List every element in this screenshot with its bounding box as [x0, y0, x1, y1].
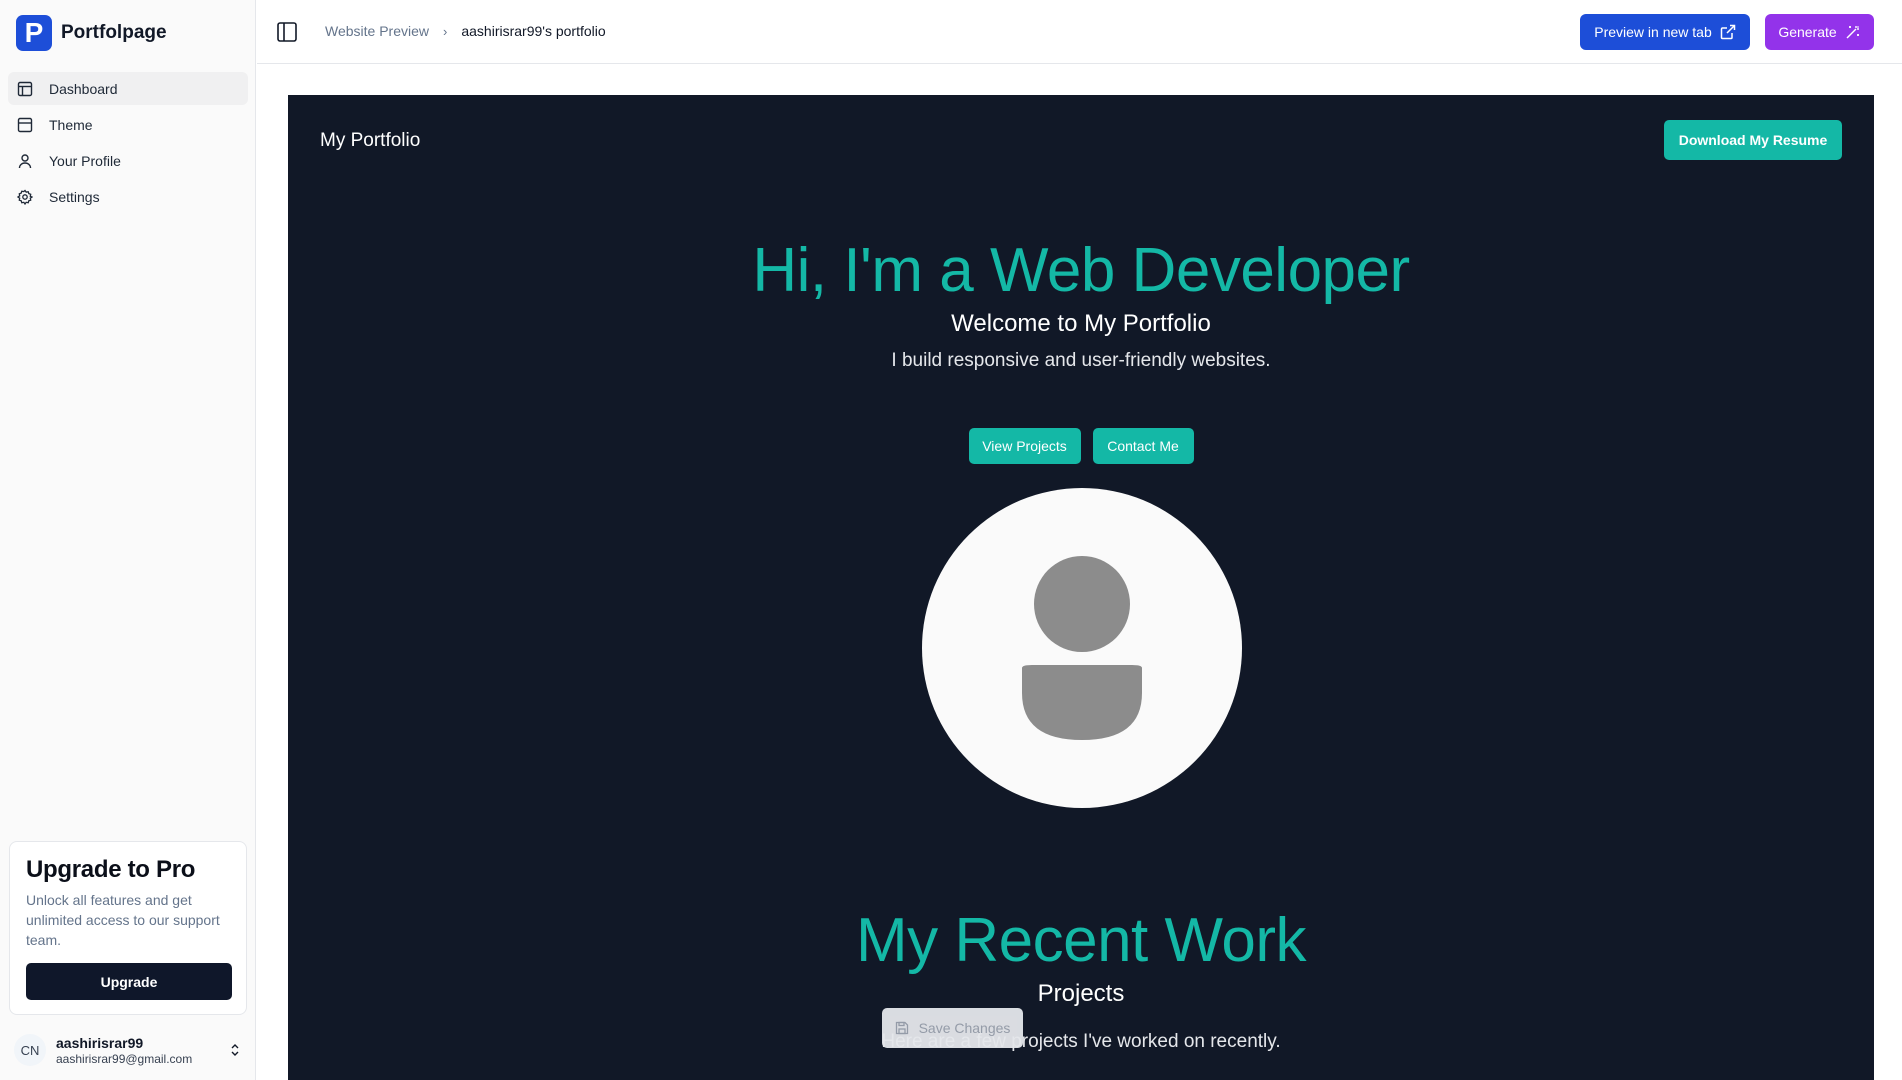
sidebar-item-settings[interactable]: Settings: [8, 180, 248, 213]
sidebar-item-label: Your Profile: [49, 152, 121, 169]
chevron-right-icon: ›: [443, 23, 448, 39]
user-info: aashirisrar99 aashirisrar99@gmail.com: [56, 1035, 218, 1066]
work-section-subtitle: Projects: [1037, 980, 1125, 1007]
sidebar-item-label: Settings: [49, 188, 100, 205]
hero-title: Hi, I'm a Web Developer: [752, 236, 1410, 305]
sidebar: P Portfolpage Dashboard Theme Your Profi…: [0, 0, 256, 1080]
save-icon: [895, 1021, 908, 1035]
user-email: aashirisrar99@gmail.com: [56, 1051, 193, 1066]
download-resume-button[interactable]: Download My Resume: [1664, 120, 1842, 160]
generate-button[interactable]: Generate: [1765, 14, 1874, 50]
user-name: aashirisrar99: [56, 1034, 144, 1051]
breadcrumb-current-page: aashirisrar99's portfolio: [461, 23, 606, 39]
user-menu[interactable]: CN aashirisrar99 aashirisrar99@gmail.com: [14, 1030, 242, 1070]
preview-nav-title[interactable]: My Portfolio: [320, 130, 420, 152]
upgrade-title: Upgrade to Pro: [26, 856, 196, 883]
breadcrumb-website-preview[interactable]: Website Preview: [325, 23, 429, 39]
chevrons-up-down-icon: [231, 1044, 239, 1056]
website-preview-frame: My Portfolio Download My Resume Hi, I'm …: [288, 95, 1874, 1080]
sidebar-item-dashboard[interactable]: Dashboard: [8, 72, 248, 105]
upgrade-card: Upgrade to Pro Unlock all features and g…: [9, 841, 247, 1015]
view-projects-button[interactable]: View Projects: [968, 428, 1081, 464]
hero-text: I build responsive and user-friendly web…: [891, 350, 1271, 371]
upgrade-description: Unlock all features and get unlimited ac…: [26, 892, 220, 948]
brand-logo-icon: P: [16, 15, 52, 51]
sidebar-item-label: Theme: [49, 116, 93, 133]
gear-icon: [17, 189, 33, 205]
avatar: CN: [14, 1034, 46, 1066]
sidebar-item-theme[interactable]: Theme: [8, 108, 248, 141]
work-section-title: My Recent Work: [855, 906, 1307, 975]
sidebar-item-profile[interactable]: Your Profile: [8, 144, 248, 177]
work-section-text: Here are a few projects I've worked on r…: [881, 1031, 1281, 1052]
sidebar-nav: Dashboard Theme Your Profile Settings: [8, 72, 248, 216]
save-changes-button[interactable]: Save Changes: [882, 1008, 1023, 1048]
generate-button-label: Generate: [1778, 24, 1837, 40]
profile-avatar: [922, 488, 1242, 808]
brand[interactable]: P Portfolpage: [16, 15, 167, 51]
user-icon: [18, 153, 32, 168]
top-bar: Website Preview › aashirisrar99's portfo…: [257, 0, 1902, 64]
layout-dashboard-icon: [17, 81, 33, 96]
external-link-icon: [1720, 24, 1735, 40]
save-changes-label: Save Changes: [918, 1020, 1011, 1036]
layout-template-icon: [17, 117, 33, 132]
preview-button-label: Preview in new tab: [1594, 24, 1712, 40]
sidebar-toggle-icon[interactable]: [275, 20, 299, 44]
user-placeholder-icon: [1022, 556, 1142, 740]
hero-subtitle: Welcome to My Portfolio: [951, 310, 1211, 337]
upgrade-button[interactable]: Upgrade: [26, 963, 232, 1000]
contact-me-button[interactable]: Contact Me: [1092, 428, 1194, 464]
sidebar-item-label: Dashboard: [49, 80, 118, 97]
breadcrumb: Website Preview › aashirisrar99's portfo…: [325, 23, 606, 39]
brand-name: Portfolpage: [61, 22, 167, 43]
hero-buttons: View Projects Contact Me: [288, 428, 1874, 464]
preview-new-tab-button[interactable]: Preview in new tab: [1580, 14, 1750, 50]
magic-wand-icon: [1846, 26, 1859, 39]
